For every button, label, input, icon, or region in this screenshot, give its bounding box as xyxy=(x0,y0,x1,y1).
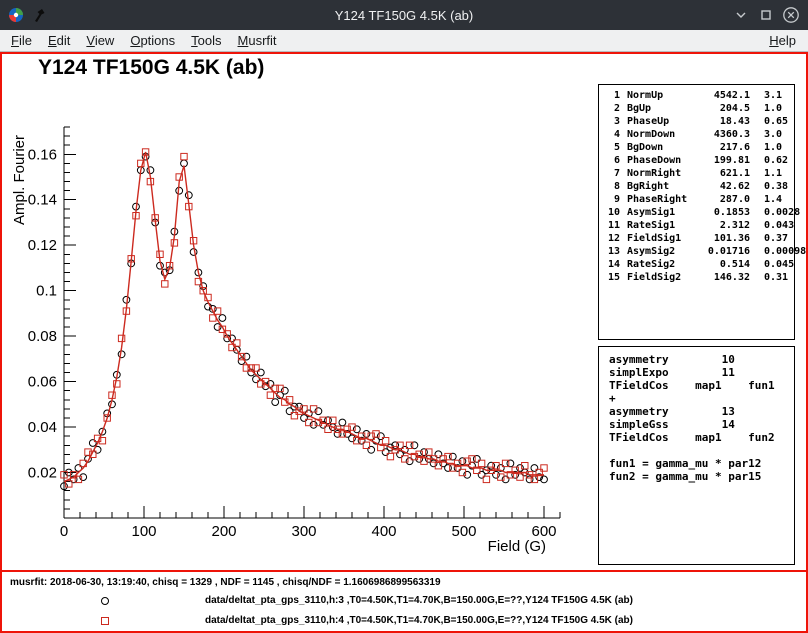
menu-item-edit[interactable]: Edit xyxy=(40,31,78,50)
param-row: 1NormUp4542.13.1 xyxy=(599,89,794,102)
series-square xyxy=(61,149,547,487)
svg-text:0.04: 0.04 xyxy=(28,419,57,436)
y-tick-labels: 0.02 0.04 0.06 0.08 0.1 0.12 0.14 0.16Ampl. Fou… xyxy=(11,135,57,482)
info-pad[interactable]: musrfit: 2018-06-30, 13:19:40, chisq = 1… xyxy=(2,570,806,631)
root-canvas[interactable]: Y124 TF150G 4.5K (ab) 010020030040050060… xyxy=(0,52,808,633)
param-row: 2BgUp204.51.0 xyxy=(599,102,794,115)
svg-text:0.02: 0.02 xyxy=(28,465,57,482)
svg-text:0.08: 0.08 xyxy=(28,328,57,345)
param-row: 10AsymSig10.18530.0028 xyxy=(599,206,794,219)
theory-line: simpleGss 14 xyxy=(609,418,794,431)
param-row: 15FieldSig2146.320.31 xyxy=(599,271,794,284)
param-row: 14RateSig20.5140.045 xyxy=(599,258,794,271)
application-window: { "colors": { "canvas_border": "#ee1409"… xyxy=(0,0,808,633)
theory-line: TFieldCos map1 fun2 xyxy=(609,431,794,444)
titlebar[interactable]: Y124 TF150G 4.5K (ab) xyxy=(0,0,808,30)
plot-canvas[interactable]: 0100200300400500600Field (G)0.020.040.06… xyxy=(2,54,598,574)
legend-label: data/deltat_pta_gps_3110,h:4 ,T0=4.50K,T… xyxy=(205,615,633,626)
param-row: 11RateSig12.3120.043 xyxy=(599,219,794,232)
legend-item: data/deltat_pta_gps_3110,h:3 ,T0=4.50K,T… xyxy=(2,595,806,609)
theory-line: asymmetry 10 xyxy=(609,353,794,366)
param-row: 3PhaseUp18.430.65 xyxy=(599,115,794,128)
theory-box[interactable]: asymmetry 10simplExpo 11TFieldCos map1 f… xyxy=(598,346,795,565)
svg-text:0.1: 0.1 xyxy=(36,283,57,300)
svg-text:0: 0 xyxy=(60,523,68,540)
param-row: 12FieldSig1101.360.37 xyxy=(599,232,794,245)
theory-line: simplExpo 11 xyxy=(609,366,794,379)
open-circle-marker xyxy=(101,597,109,605)
window-title: Y124 TF150G 4.5K (ab) xyxy=(0,8,808,23)
param-rows: 1NormUp4542.13.12BgUp204.51.03PhaseUp18.… xyxy=(599,89,794,284)
svg-text:Field (G): Field (G) xyxy=(488,538,546,555)
theory-lines: asymmetry 10simplExpo 11TFieldCos map1 f… xyxy=(609,353,794,483)
maximize-button[interactable] xyxy=(757,6,775,24)
theory-line: + xyxy=(609,392,794,405)
menu-item-tools[interactable]: Tools xyxy=(183,31,229,50)
menu-item-file[interactable]: File xyxy=(3,31,40,50)
param-row: 8BgRight42.620.38 xyxy=(599,180,794,193)
menu-item-help[interactable]: Help xyxy=(761,31,804,50)
svg-text:100: 100 xyxy=(131,523,156,540)
pin-icon[interactable] xyxy=(32,7,48,23)
x-tick-labels: 0100200300400500600Field (G) xyxy=(60,523,557,555)
svg-text:200: 200 xyxy=(211,523,236,540)
series-circle xyxy=(61,153,548,489)
fit-info-line: musrfit: 2018-06-30, 13:19:40, chisq = 1… xyxy=(10,577,441,588)
svg-text:0.14: 0.14 xyxy=(28,192,57,209)
theory-line xyxy=(609,444,794,457)
theory-line: asymmetry 13 xyxy=(609,405,794,418)
param-row: 6PhaseDown199.810.62 xyxy=(599,154,794,167)
param-row: 7NormRight621.11.1 xyxy=(599,167,794,180)
legend-item: data/deltat_pta_gps_3110,h:4 ,T0=4.50K,T… xyxy=(2,615,806,629)
menu-item-musrfit[interactable]: Musrfit xyxy=(230,31,285,50)
svg-text:Ampl. Fourier: Ampl. Fourier xyxy=(11,135,28,225)
legend-label: data/deltat_pta_gps_3110,h:3 ,T0=4.50K,T… xyxy=(205,595,633,606)
theory-line: TFieldCos map1 fun1 xyxy=(609,379,794,392)
close-button[interactable] xyxy=(782,6,800,24)
param-row: 4NormDown4360.33.0 xyxy=(599,128,794,141)
param-row: 9PhaseRight287.01.4 xyxy=(599,193,794,206)
series-fit-line xyxy=(64,152,544,482)
svg-text:400: 400 xyxy=(371,523,396,540)
open-square-marker xyxy=(101,617,109,625)
menu-item-view[interactable]: View xyxy=(78,31,122,50)
musrfit-app-icon xyxy=(8,7,24,23)
param-row: 5BgDown217.61.0 xyxy=(599,141,794,154)
svg-text:300: 300 xyxy=(291,523,316,540)
theory-line: fun1 = gamma_mu * par12 xyxy=(609,457,794,470)
svg-text:0.12: 0.12 xyxy=(28,237,57,254)
menubar: File Edit View Options Tools Musrfit Hel… xyxy=(0,30,808,52)
theory-line: fun2 = gamma_mu * par15 xyxy=(609,470,794,483)
x-axis xyxy=(64,506,560,518)
minimize-button[interactable] xyxy=(732,6,750,24)
menu-item-options[interactable]: Options xyxy=(122,31,183,50)
svg-text:0.06: 0.06 xyxy=(28,374,57,391)
param-row: 13AsymSig20.017160.00098 xyxy=(599,245,794,258)
svg-text:500: 500 xyxy=(451,523,476,540)
svg-text:0.16: 0.16 xyxy=(28,146,57,163)
y-axis xyxy=(64,127,76,518)
fit-parameter-box[interactable]: 1NormUp4542.13.12BgUp204.51.03PhaseUp18.… xyxy=(598,84,795,340)
